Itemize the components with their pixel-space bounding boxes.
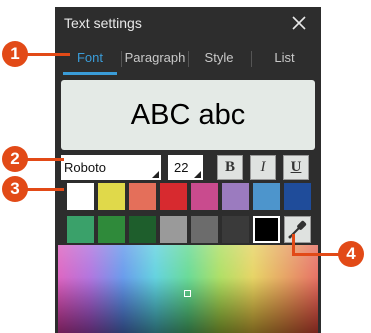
- callout-badge-4: 4: [338, 241, 364, 267]
- eyedropper-button[interactable]: [284, 216, 311, 243]
- tab-paragraph[interactable]: Paragraph: [122, 43, 188, 75]
- callout-line-4b: [292, 253, 342, 256]
- swatch-yellow[interactable]: [98, 183, 125, 210]
- italic-button[interactable]: I: [250, 155, 276, 180]
- color-palette: [61, 183, 315, 245]
- bold-button[interactable]: B: [217, 155, 243, 180]
- swatch-sea-green[interactable]: [67, 216, 94, 243]
- swatch-white[interactable]: [67, 183, 94, 210]
- dropdown-corner-icon: [152, 171, 159, 178]
- swatch-salmon[interactable]: [129, 183, 156, 210]
- close-icon[interactable]: [288, 12, 310, 34]
- swatch-sky-blue[interactable]: [253, 183, 280, 210]
- color-spectrum-picker[interactable]: [58, 245, 318, 333]
- callout-badge-3: 3: [2, 176, 28, 202]
- callout-line-1: [24, 53, 70, 56]
- font-size-select[interactable]: 22: [168, 155, 203, 180]
- tab-style[interactable]: Style: [189, 43, 249, 75]
- dialog-title: Text settings: [64, 15, 142, 31]
- tab-list[interactable]: List: [252, 43, 317, 75]
- swatch-dark-green[interactable]: [129, 216, 156, 243]
- callout-line-3: [24, 188, 64, 191]
- swatch-green[interactable]: [98, 216, 125, 243]
- swatch-black[interactable]: [253, 216, 280, 243]
- dialog-titlebar: Text settings: [55, 7, 321, 40]
- font-size-value: 22: [174, 160, 189, 175]
- swatch-navy[interactable]: [284, 183, 311, 210]
- picker-handle[interactable]: [184, 290, 191, 297]
- tab-bar: Font Paragraph Style List: [55, 43, 321, 75]
- font-family-value: Roboto: [64, 160, 106, 175]
- dropdown-corner-icon: [194, 171, 201, 178]
- swatch-magenta[interactable]: [191, 183, 218, 210]
- callout-badge-1: 1: [2, 41, 28, 67]
- eyedropper-icon: [288, 220, 307, 239]
- text-settings-dialog: Text settings Font Paragraph Style List …: [55, 7, 321, 333]
- underline-button[interactable]: U: [283, 155, 309, 180]
- swatch-light-gray[interactable]: [160, 216, 187, 243]
- swatch-lavender[interactable]: [222, 183, 249, 210]
- text-preview: ABC abc: [61, 80, 315, 150]
- swatch-red[interactable]: [160, 183, 187, 210]
- swatch-dark-gray[interactable]: [222, 216, 249, 243]
- tab-font[interactable]: Font: [59, 43, 121, 75]
- callout-line-2: [24, 158, 64, 161]
- callout-badge-2: 2: [2, 146, 28, 172]
- font-family-select[interactable]: Roboto: [61, 155, 161, 180]
- swatch-gray[interactable]: [191, 216, 218, 243]
